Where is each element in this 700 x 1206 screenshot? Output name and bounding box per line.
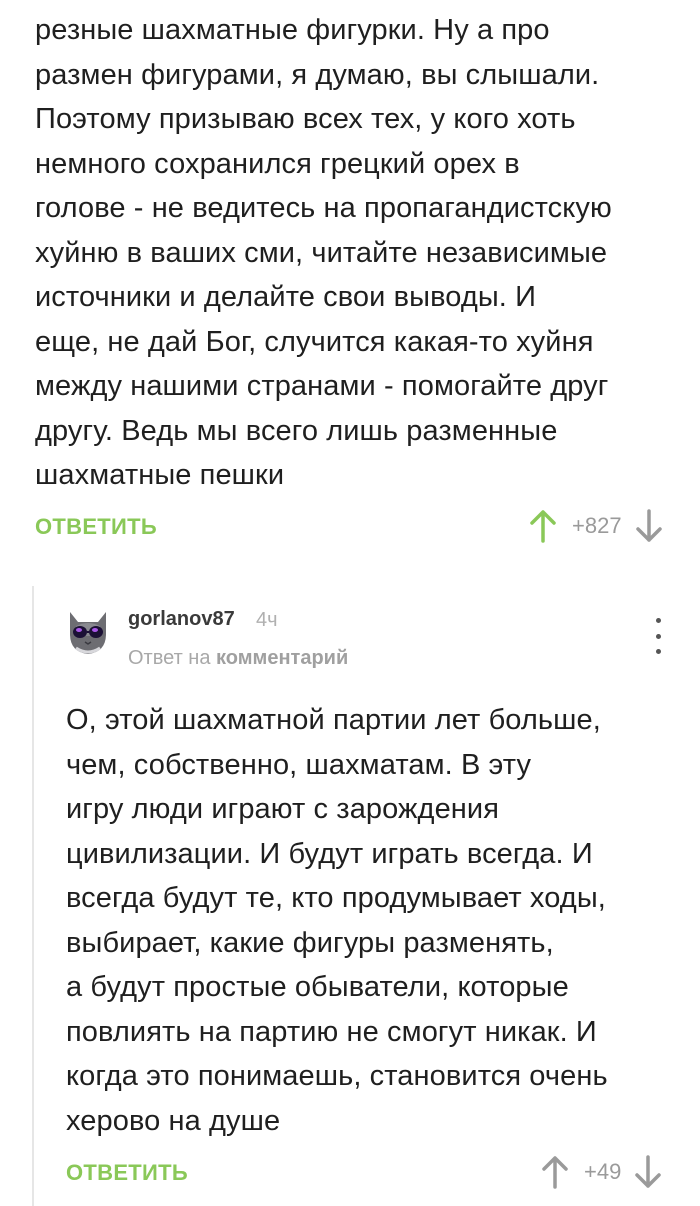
cat-with-sunglasses-avatar[interactable] [64, 604, 112, 656]
reply-reply-button[interactable]: ОТВЕТИТЬ [66, 1160, 188, 1186]
parent-score: +827 [572, 513, 622, 538]
thread-indent-line [32, 586, 34, 1206]
reply-to-info: Ответ на комментарий [128, 647, 348, 670]
comment-author[interactable]: gorlanov87 [128, 608, 235, 631]
reply-score: +49 [584, 1159, 622, 1184]
reply-to-prefix: Ответ на [128, 647, 211, 669]
reply-to-link[interactable]: комментарий [216, 647, 348, 669]
arrow-down-icon[interactable] [633, 1154, 663, 1190]
more-vertical-icon[interactable] [648, 618, 668, 654]
arrow-down-icon[interactable] [634, 508, 664, 544]
arrow-up-icon[interactable] [540, 1154, 570, 1190]
comment-time: 4ч [256, 609, 278, 631]
parent-reply-button[interactable]: ОТВЕТИТЬ [35, 514, 157, 540]
reply-comment-text: О, этой шахматной партии лет больше, чем… [66, 704, 608, 1137]
parent-vote-group: +827 [528, 508, 664, 544]
arrow-up-icon[interactable] [528, 508, 558, 544]
parent-comment-text: резные шахматные фигурки. Ну а про разме… [35, 14, 612, 491]
reply-vote-group: +49 [540, 1154, 663, 1190]
